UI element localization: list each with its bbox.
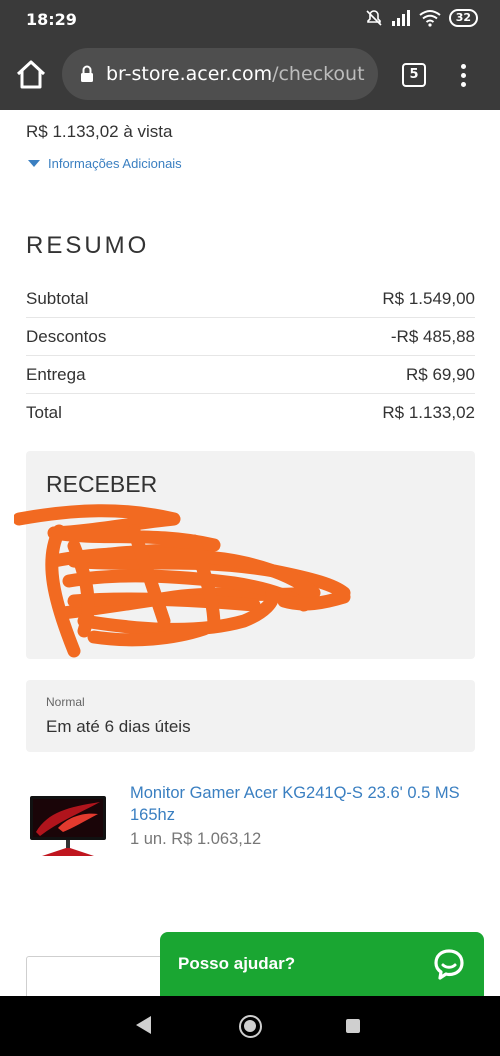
tab-switcher-button[interactable]: 5 [402, 63, 426, 87]
url-host: br-store.acer.com [106, 63, 273, 85]
help-chat-button[interactable]: Posso ajudar? [160, 932, 484, 996]
order-summary: Subtotal R$ 1.549,00 Descontos -R$ 485,8… [26, 280, 475, 432]
summary-title: RESUMO [26, 232, 150, 259]
shipping-option[interactable]: Normal Em até 6 dias úteis [26, 680, 475, 752]
summary-label: Subtotal [26, 288, 89, 308]
chat-bubble-icon [434, 949, 464, 980]
summary-label: Total [26, 403, 62, 422]
additional-info-link[interactable]: Informações Adicionais [28, 156, 182, 171]
url-path: /checkout [272, 63, 365, 85]
summary-row-subtotal: Subtotal R$ 1.549,00 [26, 280, 475, 318]
checkout-content: R$ 1.133,02 à vista Informações Adiciona… [0, 110, 500, 996]
shipping-estimate: Em até 6 dias úteis [46, 717, 191, 736]
overflow-menu-icon[interactable] [455, 61, 471, 91]
cart-item: Monitor Gamer Acer KG241Q-S 23.6' 0.5 MS… [26, 780, 475, 860]
url-bar[interactable]: br-store.acer.com/checkout [62, 48, 378, 100]
product-thumbnail [30, 796, 106, 856]
help-chat-label: Posso ajudar? [178, 954, 296, 973]
product-name-link[interactable]: Monitor Gamer Acer KG241Q-S 23.6' 0.5 MS… [130, 782, 470, 826]
recent-apps-icon[interactable] [346, 1019, 360, 1033]
browser-toolbar: br-store.acer.com/checkout 5 [0, 40, 500, 110]
redaction-scribble [14, 504, 351, 658]
summary-value: R$ 1.133,02 [382, 403, 475, 422]
lock-icon [81, 65, 93, 82]
wifi-icon [419, 10, 441, 27]
home-circle-icon[interactable] [239, 1015, 262, 1038]
summary-value: -R$ 485,88 [390, 326, 475, 346]
summary-label: Descontos [26, 326, 107, 346]
system-nav-bar [0, 996, 500, 1056]
product-quantity-price: 1 un. R$ 1.063,12 [130, 830, 262, 848]
signal-icon [391, 10, 410, 26]
cash-price: R$ 1.133,02 à vista [26, 122, 173, 141]
summary-value: R$ 69,90 [406, 364, 475, 384]
additional-info-label: Informações Adicionais [48, 156, 182, 171]
summary-row-total: Total R$ 1.133,02 [26, 394, 475, 432]
chevron-down-icon [28, 160, 40, 167]
receive-title: RECEBER [46, 471, 158, 497]
receive-section: RECEBER [14, 451, 475, 659]
home-icon[interactable] [14, 58, 48, 92]
summary-row-discounts: Descontos -R$ 485,88 [26, 318, 475, 356]
status-icons: 32 [365, 9, 478, 27]
mute-icon [366, 10, 382, 26]
battery-icon: 32 [448, 9, 478, 27]
status-bar: 18:29 32 [0, 0, 500, 40]
summary-value: R$ 1.549,00 [382, 288, 475, 308]
summary-row-delivery: Entrega R$ 69,90 [26, 356, 475, 394]
back-icon[interactable] [136, 1016, 151, 1034]
summary-label: Entrega [26, 364, 86, 384]
shipping-method: Normal [46, 695, 85, 709]
status-time: 18:29 [26, 10, 77, 29]
